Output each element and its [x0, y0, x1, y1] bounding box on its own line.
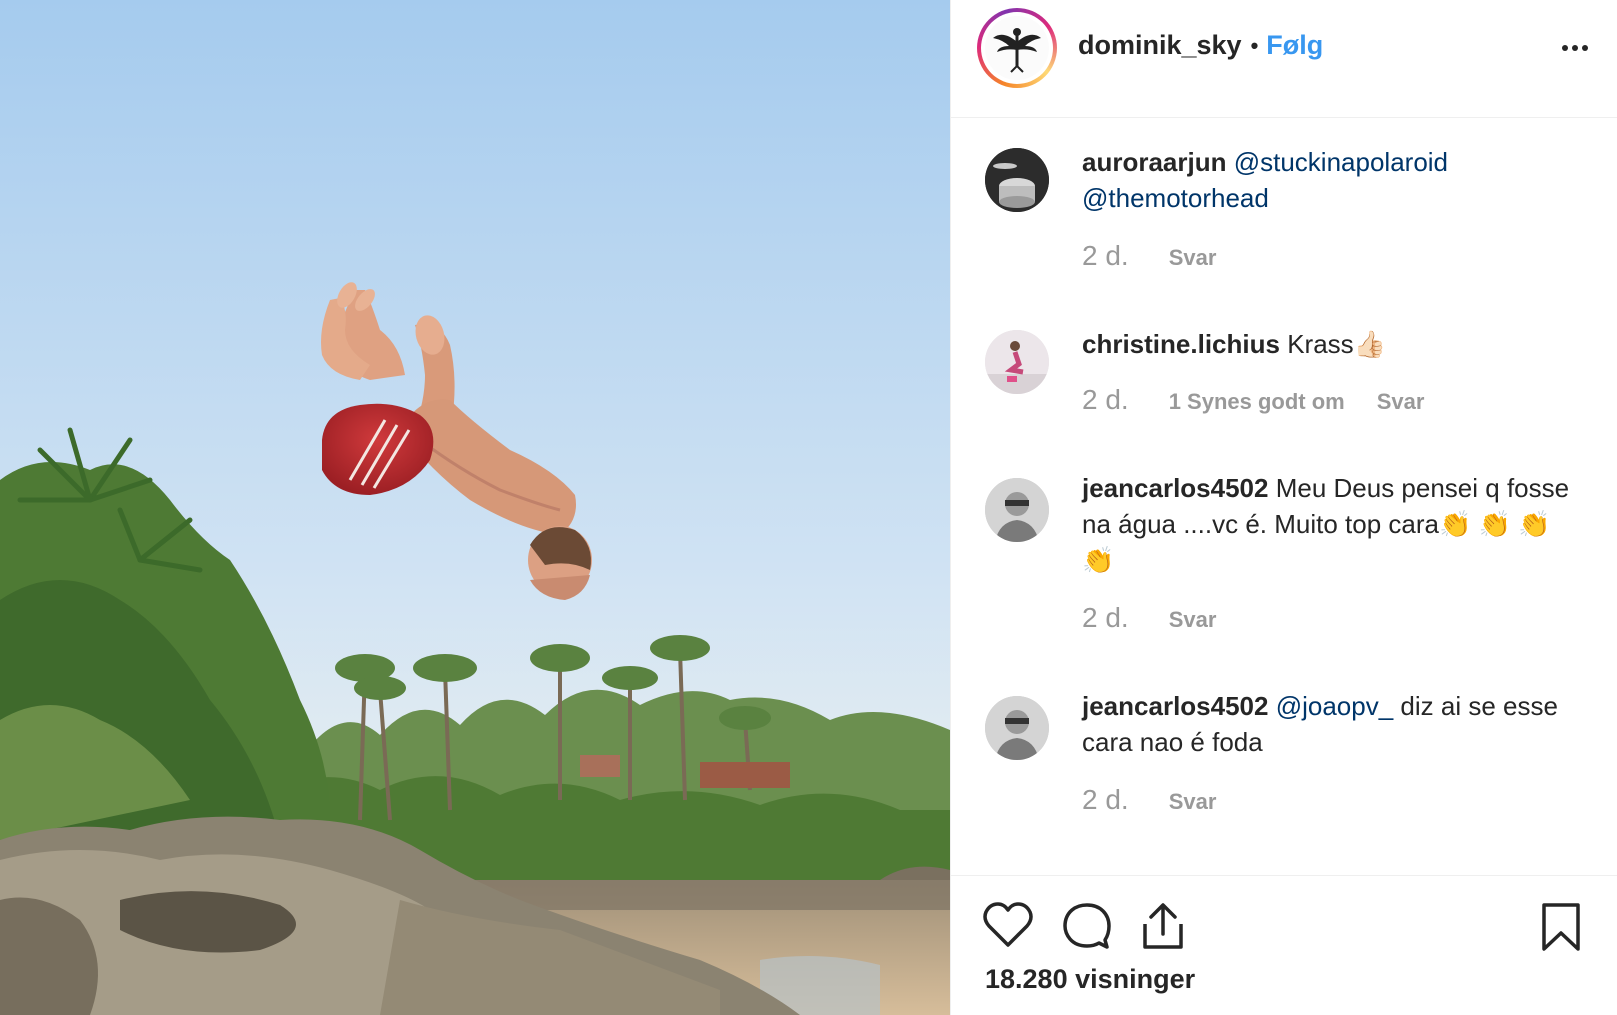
reply-button[interactable]: Svar [1377, 389, 1425, 415]
owner-avatar[interactable] [977, 8, 1057, 88]
reply-button[interactable]: Svar [1169, 607, 1217, 633]
comment-meta: 2 d. 1 Synes godt om Svar [1082, 384, 1424, 416]
comment-message: Krass👍🏻 [1287, 329, 1387, 359]
comment-mention[interactable]: @stuckinapolaroid [1234, 147, 1448, 177]
winged-figure-logo-icon [993, 28, 1041, 73]
post-details-panel: dominik_sky • Følg auroraarjun @stuckina… [950, 0, 1617, 1015]
comment-username[interactable]: christine.lichius [1082, 329, 1280, 359]
comment-meta: 2 d. Svar [1082, 602, 1216, 634]
owner-separator: • [1250, 32, 1259, 58]
drum-kit-photo-icon [985, 148, 1049, 212]
post-video[interactable] [0, 0, 950, 1015]
comment-icon[interactable] [1063, 902, 1111, 955]
user-photo-icon [985, 696, 1049, 760]
comments-list[interactable]: auroraarjun @stuckinapolaroid @themotorh… [951, 118, 1617, 875]
comment-likes-count[interactable]: 1 Synes godt om [1169, 389, 1345, 415]
comment-timestamp[interactable]: 2 d. [1082, 384, 1129, 416]
comment-username[interactable]: jeancarlos4502 [1082, 473, 1268, 503]
comment-mention[interactable]: @joaopv_ [1276, 691, 1393, 721]
commenter-avatar[interactable] [985, 148, 1049, 212]
video-frame [0, 0, 950, 1015]
owner-line: dominik_sky • Følg [1078, 30, 1323, 61]
reply-button[interactable]: Svar [1169, 789, 1217, 815]
post-actions-bar: 18.280 visninger [951, 875, 1617, 1015]
share-icon[interactable] [1141, 902, 1185, 955]
bookmark-icon[interactable] [1541, 902, 1581, 957]
comment-timestamp[interactable]: 2 d. [1082, 602, 1129, 634]
commenter-avatar[interactable] [985, 478, 1049, 542]
reply-button[interactable]: Svar [1169, 245, 1217, 271]
comment-mention[interactable]: @themotorhead [1082, 183, 1269, 213]
comment-timestamp[interactable]: 2 d. [1082, 240, 1129, 272]
commenter-avatar[interactable] [985, 330, 1049, 394]
post-header: dominik_sky • Følg [951, 0, 1617, 118]
instagram-post-view: dominik_sky • Følg auroraarjun @stuckina… [0, 0, 1617, 1015]
view-count[interactable]: 18.280 visninger [985, 964, 1195, 995]
heart-icon[interactable] [983, 902, 1033, 953]
comment-username[interactable]: jeancarlos4502 [1082, 691, 1268, 721]
fitness-photo-icon [985, 330, 1049, 394]
comment-username[interactable]: auroraarjun [1082, 147, 1227, 177]
comment-text: auroraarjun @stuckinapolaroid @themotorh… [1082, 144, 1582, 216]
commenter-avatar[interactable] [985, 696, 1049, 760]
follow-button[interactable]: Følg [1266, 30, 1323, 61]
comment-text: jeancarlos4502 Meu Deus pensei q fosse n… [1082, 470, 1582, 578]
more-options-icon[interactable] [1555, 28, 1595, 68]
comment-text: jeancarlos4502 @joaopv_ diz ai se esse c… [1082, 688, 1582, 760]
comment-meta: 2 d. Svar [1082, 240, 1216, 272]
owner-avatar-image [985, 16, 1049, 80]
comment-text: christine.lichius Krass👍🏻 [1082, 326, 1582, 362]
comment-meta: 2 d. Svar [1082, 784, 1216, 816]
user-photo-icon [985, 478, 1049, 542]
owner-username[interactable]: dominik_sky [1078, 30, 1242, 61]
comment-timestamp[interactable]: 2 d. [1082, 784, 1129, 816]
